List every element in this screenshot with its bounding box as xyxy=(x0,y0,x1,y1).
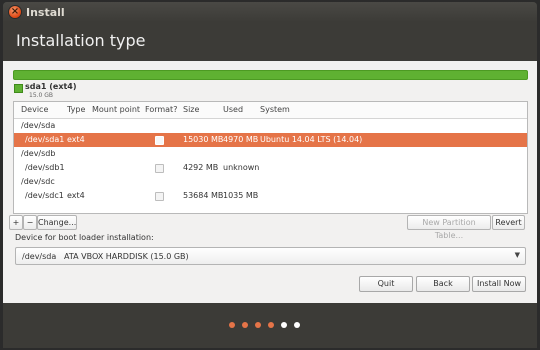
format-checkbox[interactable] xyxy=(155,136,164,145)
window-close-button[interactable]: × xyxy=(9,6,21,18)
table-row[interactable]: /dev/sdb xyxy=(14,147,527,161)
progress-dots xyxy=(229,322,300,328)
table-row[interactable]: /dev/sdc xyxy=(14,175,527,189)
plus-icon: + xyxy=(12,218,20,227)
revert-button[interactable]: Revert xyxy=(492,215,525,230)
partition-legend-swatch xyxy=(14,84,23,93)
cell-used: 1035 MB xyxy=(223,191,259,200)
back-button[interactable]: Back xyxy=(416,276,470,292)
cell-device: /dev/sdb xyxy=(21,149,56,158)
quit-button[interactable]: Quit xyxy=(359,276,413,292)
cell-device: /dev/sda xyxy=(21,121,56,130)
dropdown-arrow-icon: ▼ xyxy=(514,251,520,259)
format-checkbox[interactable] xyxy=(155,192,164,201)
column-header-used[interactable]: Used xyxy=(223,105,243,114)
title-bar: × Install xyxy=(3,2,537,22)
cell-device: /dev/sda1 xyxy=(25,135,65,144)
format-checkbox[interactable] xyxy=(155,164,164,173)
table-row[interactable]: /dev/sdb1 4292 MB unknown xyxy=(14,161,527,175)
table-row[interactable]: /dev/sda xyxy=(14,119,527,133)
installer-window: × Install Installation type sda1 (ext4) … xyxy=(3,2,537,348)
add-partition-button[interactable]: + xyxy=(9,215,23,230)
column-header-format[interactable]: Format? xyxy=(145,105,177,114)
cell-type: ext4 xyxy=(67,135,85,144)
cell-size: 4292 MB xyxy=(183,163,219,172)
progress-dot xyxy=(294,322,300,328)
cell-device: /dev/sdc1 xyxy=(25,191,64,200)
window-title: Install xyxy=(26,6,65,19)
column-header-device[interactable]: Device xyxy=(21,105,48,114)
cell-system: Ubuntu 14.04 LTS (14.04) xyxy=(260,135,363,144)
progress-dot xyxy=(281,322,287,328)
progress-dot xyxy=(255,322,261,328)
partition-legend-size: 15.0 GB xyxy=(29,92,54,99)
progress-dot xyxy=(242,322,248,328)
footer xyxy=(3,303,537,348)
page-title: Installation type xyxy=(16,31,146,50)
column-header-type[interactable]: Type xyxy=(67,105,85,114)
progress-dot xyxy=(268,322,274,328)
cell-size: 53684 MB xyxy=(183,191,224,200)
close-icon: × xyxy=(10,6,20,17)
change-partition-button[interactable]: Change... xyxy=(37,215,77,230)
partition-legend-name: sda1 (ext4) xyxy=(25,82,77,91)
partition-bar xyxy=(13,70,528,80)
minus-icon: − xyxy=(26,218,34,227)
column-header-system[interactable]: System xyxy=(260,105,290,114)
partition-table[interactable]: Device Type Mount point Format? Size Use… xyxy=(13,101,528,214)
boot-loader-label: Device for boot loader installation: xyxy=(15,233,154,242)
cell-device: /dev/sdb1 xyxy=(25,163,65,172)
cell-type: ext4 xyxy=(67,191,85,200)
cell-device: /dev/sdc xyxy=(21,177,55,186)
boot-loader-device: /dev/sda xyxy=(22,252,57,261)
main-content: sda1 (ext4) 15.0 GB Device Type Mount po… xyxy=(3,61,537,303)
cell-size: 15030 MB xyxy=(183,135,224,144)
table-header: Device Type Mount point Format? Size Use… xyxy=(14,102,527,119)
remove-partition-button[interactable]: − xyxy=(23,215,37,230)
progress-dot xyxy=(229,322,235,328)
cell-used: 4970 MB xyxy=(223,135,259,144)
column-header-mount[interactable]: Mount point xyxy=(92,105,140,114)
boot-loader-select[interactable]: /dev/sda ATA VBOX HARDDISK (15.0 GB) ▼ xyxy=(15,247,526,265)
install-now-button[interactable]: Install Now xyxy=(472,276,526,292)
cell-used: unknown xyxy=(223,163,260,172)
table-row[interactable]: /dev/sdc1 ext4 53684 MB 1035 MB xyxy=(14,189,527,203)
table-row[interactable]: /dev/sda1 ext4 15030 MB 4970 MB Ubuntu 14.04… xyxy=(14,133,527,147)
boot-loader-description: ATA VBOX HARDDISK (15.0 GB) xyxy=(64,252,189,261)
column-header-size[interactable]: Size xyxy=(183,105,199,114)
new-partition-table-button[interactable]: New Partition Table... xyxy=(407,215,491,240)
